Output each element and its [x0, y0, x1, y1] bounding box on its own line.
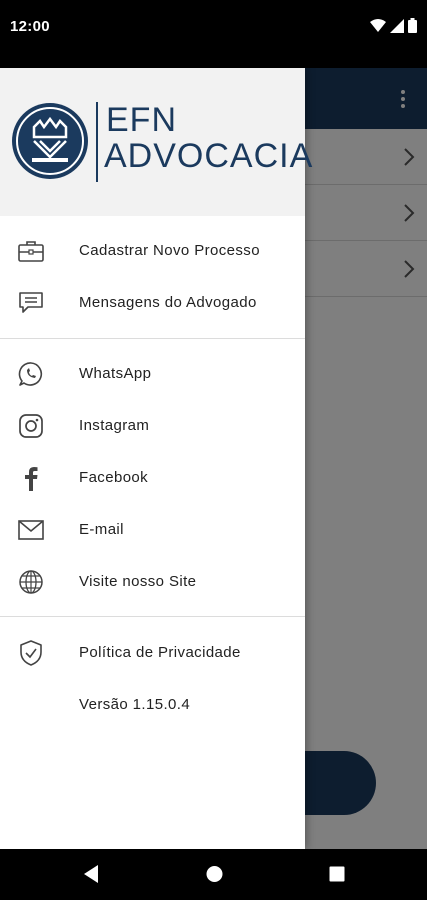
menu-item-site[interactable]: Visite nosso Site: [0, 556, 305, 608]
status-time: 12:00: [10, 18, 50, 35]
back-icon[interactable]: [82, 864, 100, 884]
status-icons: [370, 18, 417, 33]
system-navigation-bar: [0, 849, 427, 900]
menu-item-mensagens-advogado[interactable]: Mensagens do Advogado: [0, 277, 305, 329]
menu-item-label: E-mail: [79, 521, 124, 538]
menu-item-label: Mensagens do Advogado: [79, 294, 257, 311]
instagram-icon: [17, 413, 45, 439]
wifi-icon: [370, 18, 386, 32]
navigation-drawer: EFN ADVOCACIA Cadastrar Novo Processo Me…: [0, 68, 312, 849]
version-info: Versão 1.15.0.4: [0, 679, 305, 731]
menu-item-label: WhatsApp: [79, 365, 152, 382]
logo-text-advocacia: ADVOCACIA: [104, 137, 314, 175]
menu-item-label: Cadastrar Novo Processo: [79, 242, 260, 259]
recents-icon[interactable]: [328, 864, 346, 884]
whatsapp-icon: [17, 361, 45, 387]
drawer-divider: [0, 338, 305, 339]
facebook-icon: [17, 465, 45, 491]
menu-item-instagram[interactable]: Instagram: [0, 400, 305, 452]
status-bar: 12:00: [0, 0, 427, 68]
menu-item-label: Facebook: [79, 469, 149, 486]
menu-item-label: Instagram: [79, 417, 150, 434]
menu-item-facebook[interactable]: Facebook: [0, 452, 305, 504]
menu-item-label: Visite nosso Site: [79, 573, 197, 590]
drawer-divider: [0, 616, 305, 617]
menu-item-cadastrar-processo[interactable]: Cadastrar Novo Processo: [0, 225, 305, 277]
efn-logo-emblem-icon: [12, 103, 88, 179]
mail-icon: [17, 517, 45, 543]
battery-icon: [408, 18, 417, 33]
menu-item-label: Política de Privacidade: [79, 644, 241, 661]
logo-text-efn: EFN: [106, 101, 177, 139]
menu-item-politica-privacidade[interactable]: Política de Privacidade: [0, 627, 305, 679]
message-icon: [17, 290, 45, 316]
logo-divider: [96, 102, 98, 182]
shield-check-icon: [17, 640, 45, 666]
menu-item-whatsapp[interactable]: WhatsApp: [0, 348, 305, 400]
briefcase-icon: [17, 238, 45, 264]
version-label: Versão 1.15.0.4: [79, 696, 191, 713]
globe-icon: [17, 569, 45, 595]
signal-icon: [390, 18, 404, 33]
menu-item-email[interactable]: E-mail: [0, 504, 305, 556]
home-icon[interactable]: [205, 864, 224, 884]
drawer-header: EFN ADVOCACIA: [0, 68, 312, 216]
